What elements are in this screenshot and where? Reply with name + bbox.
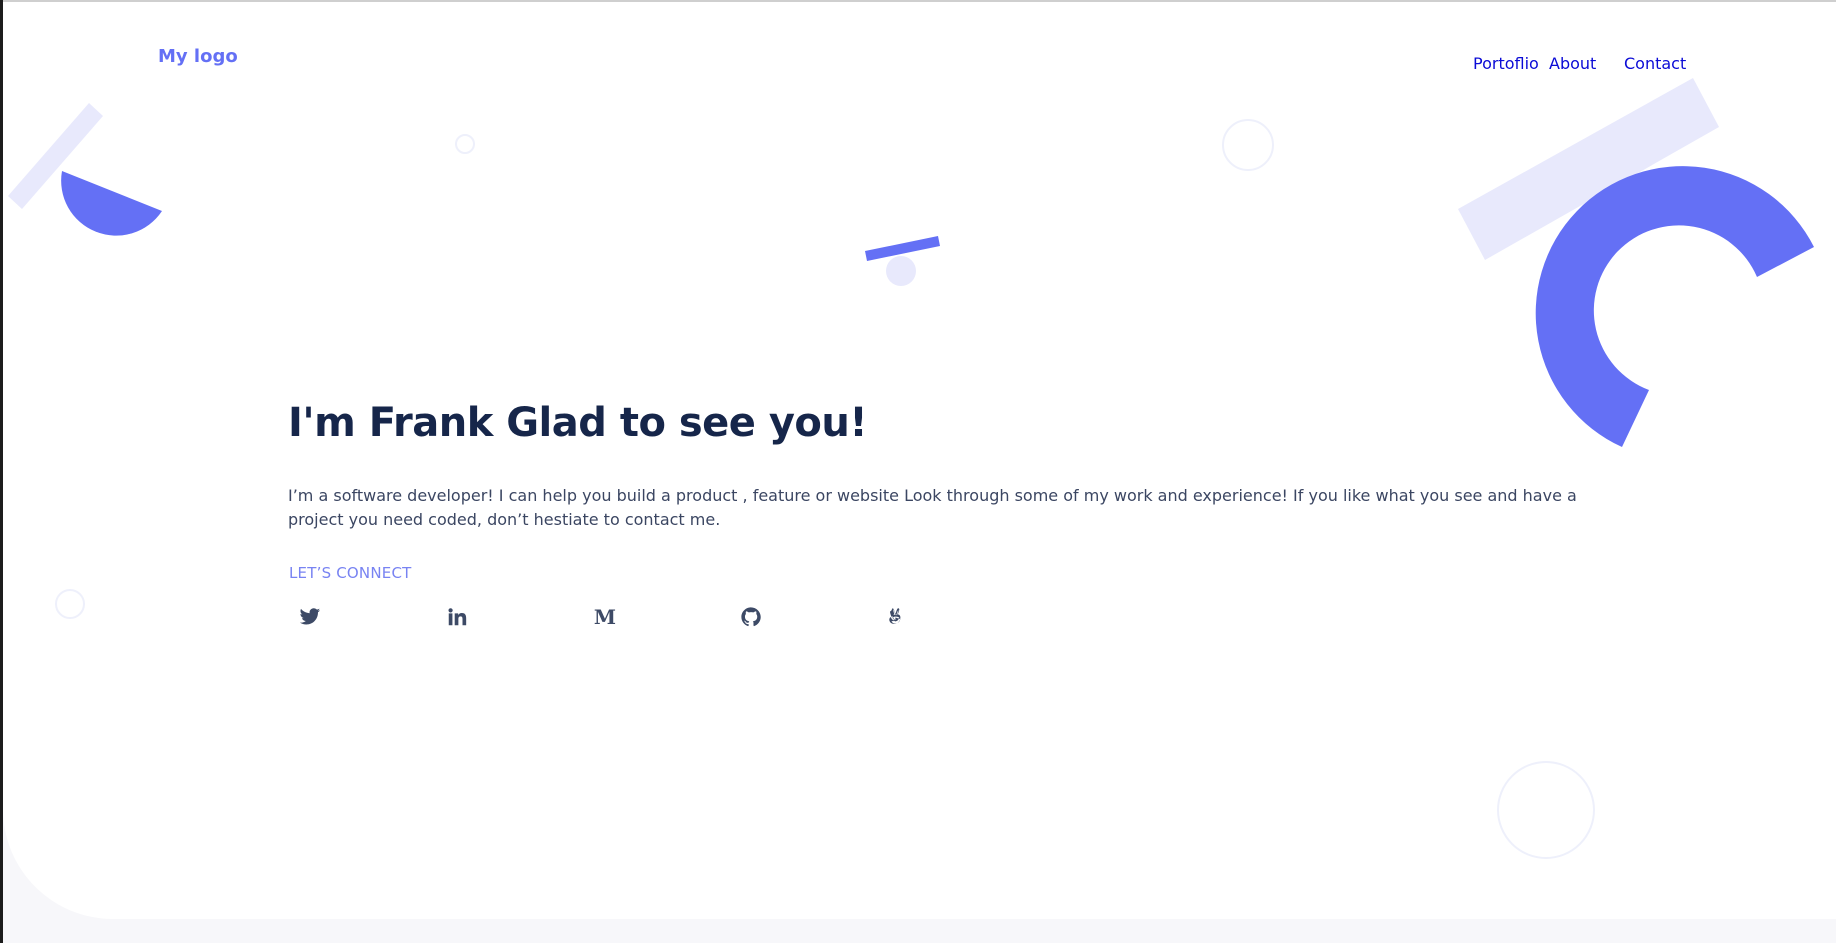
decor-dot-center <box>886 256 916 286</box>
nav-link-contact[interactable]: Contact <box>1624 54 1686 73</box>
social-links: M <box>3 604 1836 634</box>
nav-link-portfolio[interactable]: Portoflio <box>1473 54 1539 73</box>
connect-label: LET’S CONNECT <box>289 564 412 582</box>
decor-circle-bottom-right <box>1497 761 1595 859</box>
decor-circle-top-right <box>1222 119 1274 171</box>
hero-intro: I’m a software developer! I can help you… <box>288 486 1577 529</box>
hero-headline: I'm Frank Glad to see you! <box>288 400 868 446</box>
hero-section: My logo Portoflio About Contact I'm Fran… <box>3 2 1836 919</box>
decor-arc-right <box>1535 166 1814 447</box>
background-decorations <box>8 78 1814 859</box>
angellist-icon[interactable] <box>883 604 909 630</box>
medium-icon[interactable]: M <box>592 604 618 630</box>
main-nav: Portoflio About Contact <box>3 54 1836 78</box>
twitter-icon[interactable] <box>297 604 323 630</box>
decor-half-circle-left <box>61 171 162 236</box>
github-icon[interactable] <box>738 604 764 630</box>
nav-link-about[interactable]: About <box>1549 54 1596 73</box>
decor-small-circle <box>455 134 475 154</box>
linkedin-icon[interactable] <box>444 604 470 630</box>
